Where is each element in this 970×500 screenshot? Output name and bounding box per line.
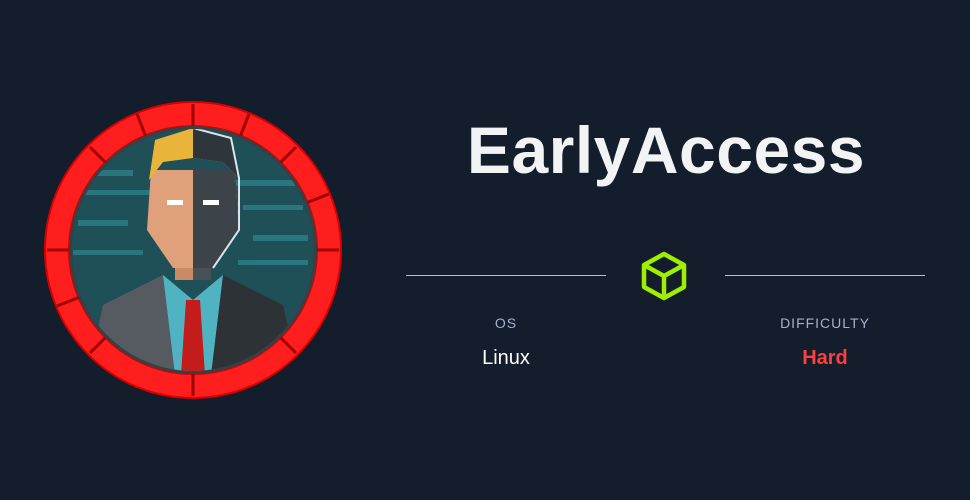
- divider-right: [725, 275, 925, 276]
- difficulty-label: DIFFICULTY: [780, 315, 870, 331]
- divider-left: [406, 275, 606, 276]
- machine-name: EarlyAccess: [466, 113, 866, 187]
- machine-card: EarlyAccess OS Linux DIFFICULTY Hard: [0, 0, 970, 500]
- os-value: Linux: [482, 347, 530, 369]
- machine-avatar-icon: [43, 100, 343, 400]
- difficulty-value: Hard: [802, 347, 848, 369]
- difficulty-stat: DIFFICULTY Hard: [765, 314, 885, 370]
- os-label: OS: [494, 315, 518, 331]
- cube-icon: [638, 250, 690, 302]
- os-stat: OS Linux: [446, 314, 566, 370]
